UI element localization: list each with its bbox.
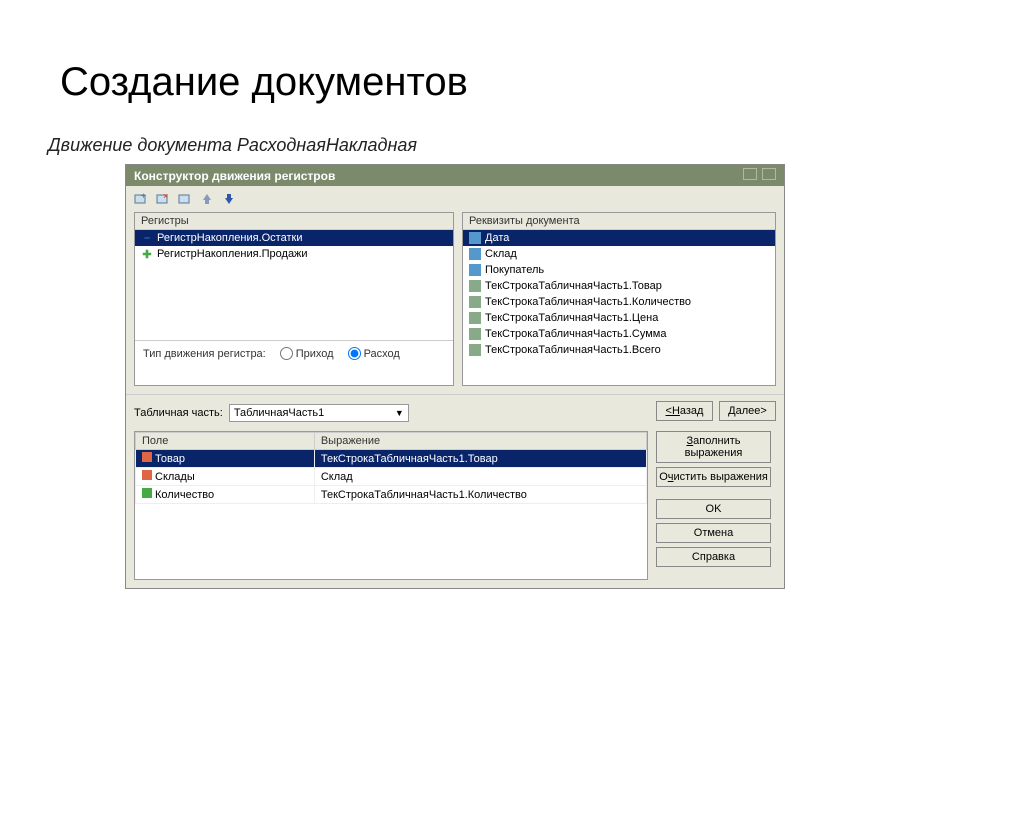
table-row-icon [469,312,481,324]
table-row-icon [469,280,481,292]
expression-cell: ТекСтрокаТабличнаяЧасть1.Товар [314,450,646,468]
radio-outcome-input[interactable] [348,347,361,360]
help-button[interactable]: Справка [656,547,771,567]
move-down-icon[interactable] [220,190,238,208]
register-item[interactable]: –РегистрНакопления.Остатки [135,230,453,246]
table-row[interactable]: Склады Склад [136,468,647,486]
attribute-item[interactable]: Покупатель [463,262,775,278]
table-row-icon [469,296,481,308]
titlebar: Конструктор движения регистров [126,165,784,186]
cancel-button[interactable]: Отмена [656,523,771,543]
attributes-list[interactable]: Дата Склад Покупатель ТекСтрокаТабличнаяЧас… [463,230,775,385]
field-name: Товар [155,453,185,465]
attribute-item-label: Дата [485,232,509,244]
property-icon [469,248,481,260]
attributes-header: Реквизиты документа [463,213,775,230]
attribute-item[interactable]: ТекСтрокаТабличнаяЧасть1.Количество [463,294,775,310]
maximize-icon[interactable] [743,168,757,180]
radio-outcome[interactable]: Расход [348,347,400,360]
attribute-item-label: ТекСтрокаТабличнаяЧасть1.Сумма [485,328,666,340]
attributes-panel: Реквизиты документа Дата Склад Покупатель Т… [462,212,776,386]
registers-list[interactable]: –РегистрНакопления.Остатки ✚ РегистрНакопл… [135,230,453,340]
next-button[interactable]: Далее> [719,401,776,421]
minus-icon: – [141,232,153,244]
attribute-item-label: ТекСтрокаТабличнаяЧасть1.Товар [485,280,662,292]
attribute-item[interactable]: ТекСтрокаТабличнаяЧасть1.Товар [463,278,775,294]
toolbar: + × [126,186,784,212]
table-part-label: Табличная часть: [134,407,223,419]
fields-table-wrap: Поле Выражение Товар ТекСтрокаТабличнаяЧа… [134,431,648,580]
movement-type-label: Тип движения регистра: [143,348,266,360]
clear-expressions-button[interactable]: Очистить выражения [656,467,771,487]
field-cell: Количество [136,486,315,504]
fill-expressions-button[interactable]: Заполнить выражения [656,431,771,463]
back-button[interactable]: <Назад [656,401,713,421]
remove-register-icon[interactable]: × [154,190,172,208]
table-row[interactable]: Товар ТекСтрокаТабличнаяЧасть1.Товар [136,450,647,468]
close-icon[interactable] [762,168,776,180]
window-title: Конструктор движения регистров [134,169,335,183]
ok-button[interactable]: OK [656,499,771,519]
radio-outcome-label: Расход [364,348,400,360]
field-name: Количество [155,489,214,501]
property-icon [469,264,481,276]
attribute-item[interactable]: Склад [463,246,775,262]
attribute-item-label: ТекСтрокаТабличнаяЧасть1.Количество [485,296,691,308]
registers-header: Регистры [135,213,453,230]
svg-text:×: × [163,191,168,201]
slide-title: Создание документов [60,60,1024,105]
table-row-icon [469,344,481,356]
add-register-icon[interactable]: + [132,190,150,208]
expression-cell: Склад [314,468,646,486]
table-row[interactable]: Количество ТекСтрокаТабличнаяЧасть1.Колич… [136,486,647,504]
field-cell: Склады [136,468,315,486]
table-part-combo[interactable]: ТабличнаяЧасть1 ▼ [229,404,409,422]
fields-col-field: Поле [136,433,315,450]
move-up-icon[interactable] [198,190,216,208]
register-item[interactable]: ✚ РегистрНакопления.Продажи [135,246,453,262]
table-part-value: ТабличнаяЧасть1 [234,407,324,419]
dialog-window: Конструктор движения регистров + × Регис… [125,164,785,589]
slide-subtitle: Движение документа РасходнаяНакладная [48,135,1024,156]
field-cell: Товар [136,450,315,468]
attribute-item[interactable]: ТекСтрокаТабличнаяЧасть1.Цена [463,310,775,326]
radio-income-label: Приход [296,348,334,360]
property-icon [469,232,481,244]
table-empty-space [135,504,647,579]
attribute-item[interactable]: ТекСтрокаТабличнаяЧасть1.Сумма [463,326,775,342]
plus-icon: ✚ [141,248,153,260]
movement-type-row: Тип движения регистра: Приход Расход [135,340,453,366]
table-part-row: Табличная часть: ТабличнаяЧасть1 ▼ <Наза… [126,394,784,431]
buttons-column: Заполнить выражения Очистить выражения O… [656,431,776,580]
expression-cell: ТекСтрокаТабличнаяЧасть1.Количество [314,486,646,504]
edit-icon[interactable] [176,190,194,208]
fields-col-expr: Выражение [314,433,646,450]
registers-panel: Регистры –РегистрНакопления.Остатки ✚ Реги… [134,212,454,386]
field-name: Склады [155,471,195,483]
attribute-item-label: ТекСтрокаТабличнаяЧасть1.Цена [485,312,658,324]
field-icon [142,488,152,498]
register-item-label: РегистрНакопления.Продажи [157,248,308,260]
field-icon [142,470,152,480]
field-icon [142,452,152,462]
attribute-item[interactable]: ТекСтрокаТабличнаяЧасть1.Всего [463,342,775,358]
svg-text:+: + [141,191,146,201]
fields-table[interactable]: Поле Выражение Товар ТекСтрокаТабличнаяЧа… [135,432,647,504]
attribute-item-label: Покупатель [485,264,544,276]
attribute-item-label: ТекСтрокаТабличнаяЧасть1.Всего [485,344,661,356]
attribute-item-label: Склад [485,248,517,260]
radio-income[interactable]: Приход [280,347,334,360]
table-row-icon [469,328,481,340]
register-item-label: РегистрНакопления.Остатки [157,232,302,244]
radio-income-input[interactable] [280,347,293,360]
attribute-item[interactable]: Дата [463,230,775,246]
chevron-down-icon: ▼ [395,408,404,418]
